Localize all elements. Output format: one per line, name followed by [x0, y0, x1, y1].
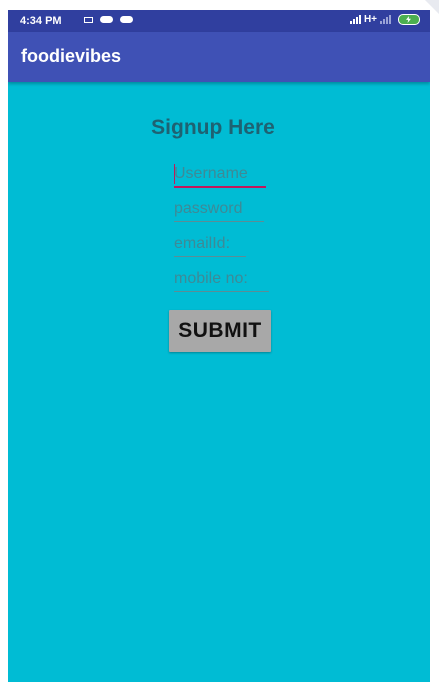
app-notification-icon-2	[120, 16, 133, 23]
notification-icons	[84, 16, 133, 23]
submit-button[interactable]: SUBMIT	[169, 310, 271, 352]
mobile-input[interactable]	[174, 270, 269, 292]
text-cursor	[174, 164, 175, 184]
status-indicators: H+	[349, 14, 420, 25]
app-notification-icon	[100, 16, 113, 23]
battery-charging-icon	[398, 14, 420, 25]
status-time: 4:34 PM	[20, 15, 62, 27]
app-title: foodievibes	[21, 46, 122, 66]
signal-strength-secondary-icon	[380, 15, 391, 24]
app-bar: foodievibes	[8, 32, 430, 82]
signal-strength-icon	[349, 15, 361, 24]
username-input[interactable]	[174, 165, 266, 188]
mail-notification-icon	[84, 16, 93, 23]
phone-screen: 4:34 PM H+ foodievibes Signup Here SUBMI…	[8, 10, 430, 682]
password-input[interactable]	[174, 200, 264, 222]
email-input[interactable]	[174, 235, 246, 257]
signup-title: Signup Here	[151, 116, 275, 139]
status-bar: 4:34 PM H+	[8, 10, 430, 32]
network-type-label: H+	[363, 14, 377, 25]
